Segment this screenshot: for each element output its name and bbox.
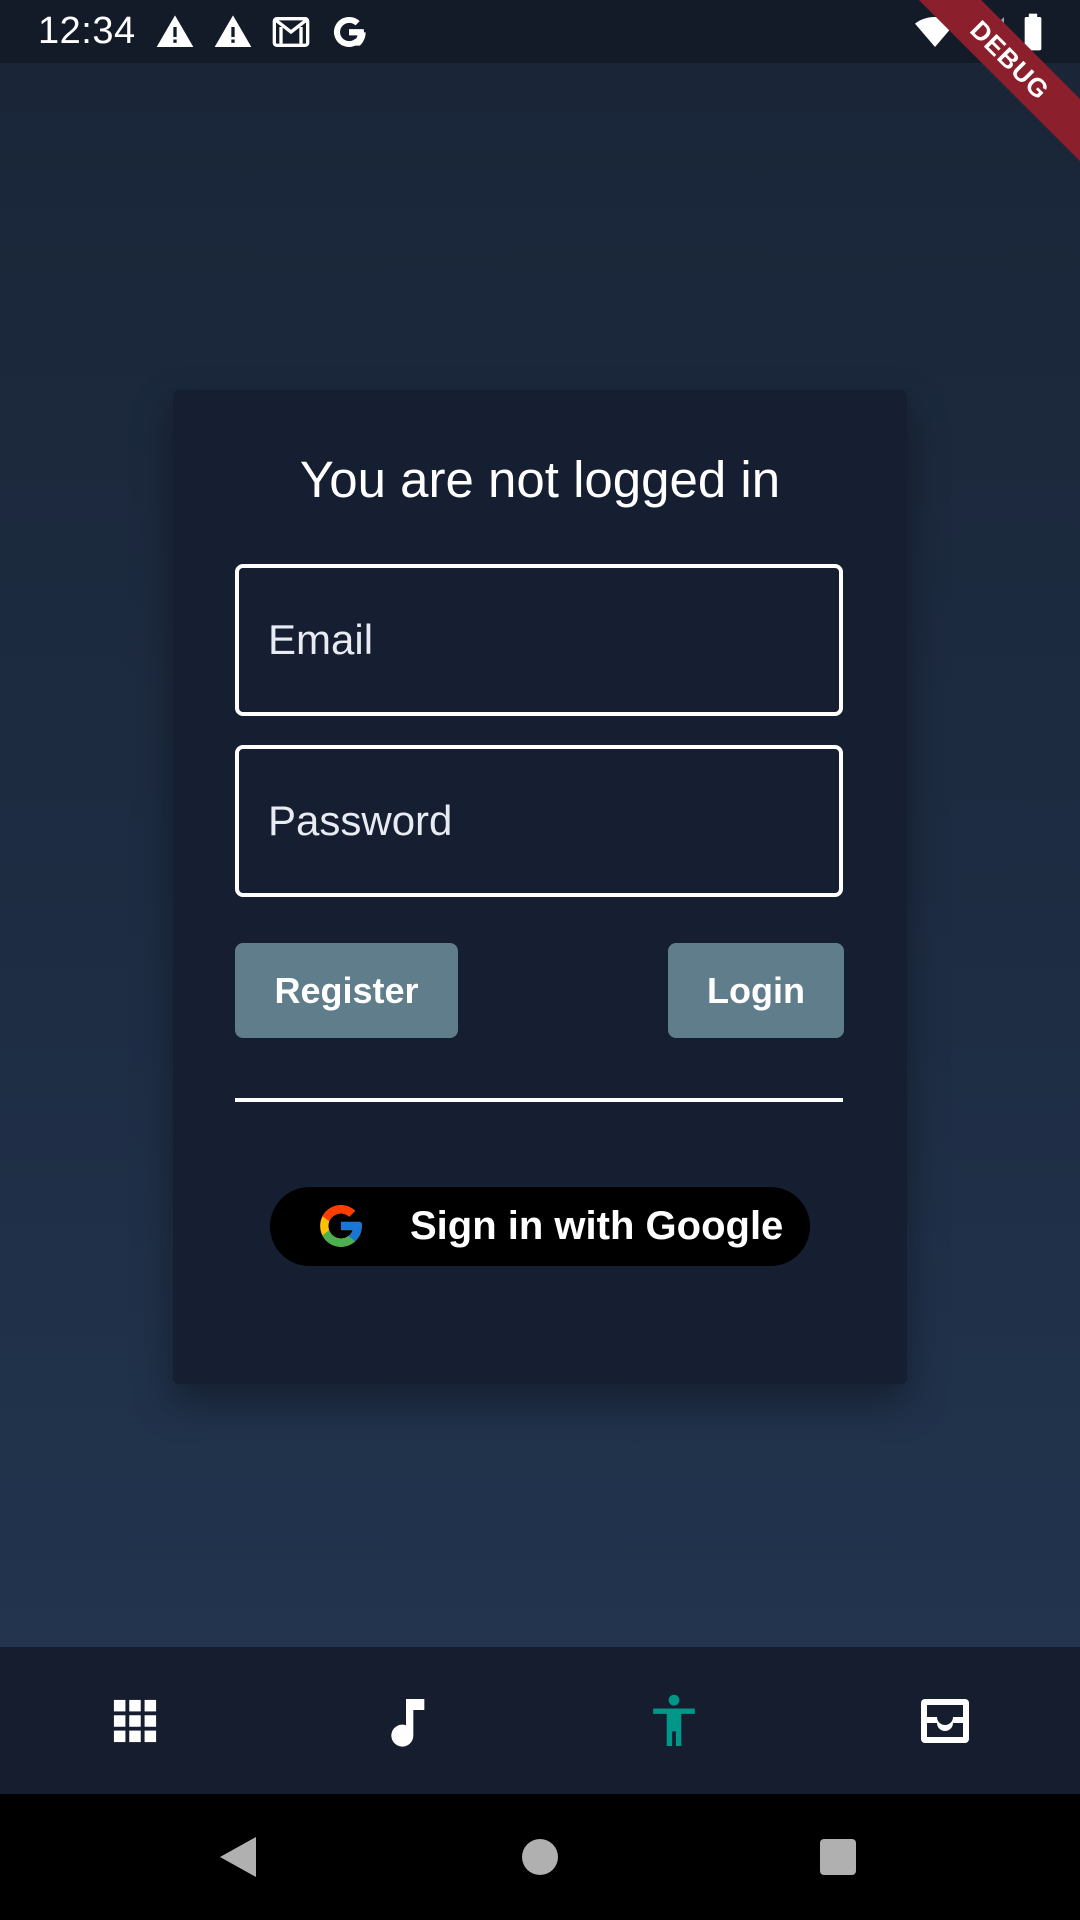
divider: [235, 1098, 843, 1102]
login-title: You are not logged in: [299, 451, 781, 508]
warning-icon: [155, 12, 195, 52]
google-sign-in-button[interactable]: Sign in with Google: [270, 1187, 810, 1266]
notification-icons: [155, 12, 369, 52]
recents-square-icon: [820, 1839, 856, 1875]
music-note-icon: [391, 1699, 425, 1747]
warning-icon: [213, 12, 253, 52]
google-g-icon: [329, 12, 369, 52]
google-sign-in-label: Sign in with Google: [410, 1204, 784, 1248]
password-field[interactable]: [235, 745, 843, 897]
system-home-button[interactable]: [507, 1824, 573, 1890]
nav-inbox-button[interactable]: [915, 1691, 975, 1751]
system-back-button[interactable]: [205, 1824, 271, 1890]
login-button[interactable]: Login: [668, 943, 844, 1038]
status-bar: 12:34: [0, 0, 1080, 63]
google-logo-icon: [316, 1201, 366, 1251]
password-input[interactable]: [268, 797, 839, 845]
email-field[interactable]: [235, 564, 843, 716]
home-circle-icon: [522, 1839, 558, 1875]
screen: 12:34 DEBUG You are not logged in Email …: [0, 0, 1080, 1920]
bottom-navigation: [0, 1647, 1080, 1794]
nav-apps-button[interactable]: [105, 1691, 165, 1751]
nav-music-button[interactable]: [376, 1691, 436, 1751]
back-triangle-icon: [220, 1837, 256, 1877]
apps-grid-icon: [113, 1699, 157, 1743]
system-navigation-bar: [0, 1794, 1080, 1920]
accessibility-icon: [653, 1694, 695, 1746]
status-time: 12:34: [38, 10, 136, 52]
email-input[interactable]: [268, 616, 839, 664]
main-background: You are not logged in Register Login: [0, 63, 1080, 1647]
register-button[interactable]: Register: [235, 943, 458, 1038]
inbox-icon: [921, 1699, 969, 1743]
login-card: You are not logged in Register Login: [173, 390, 907, 1384]
system-recents-button[interactable]: [805, 1824, 871, 1890]
nav-accessibility-button[interactable]: [644, 1691, 704, 1751]
gmail-icon: [271, 12, 311, 52]
